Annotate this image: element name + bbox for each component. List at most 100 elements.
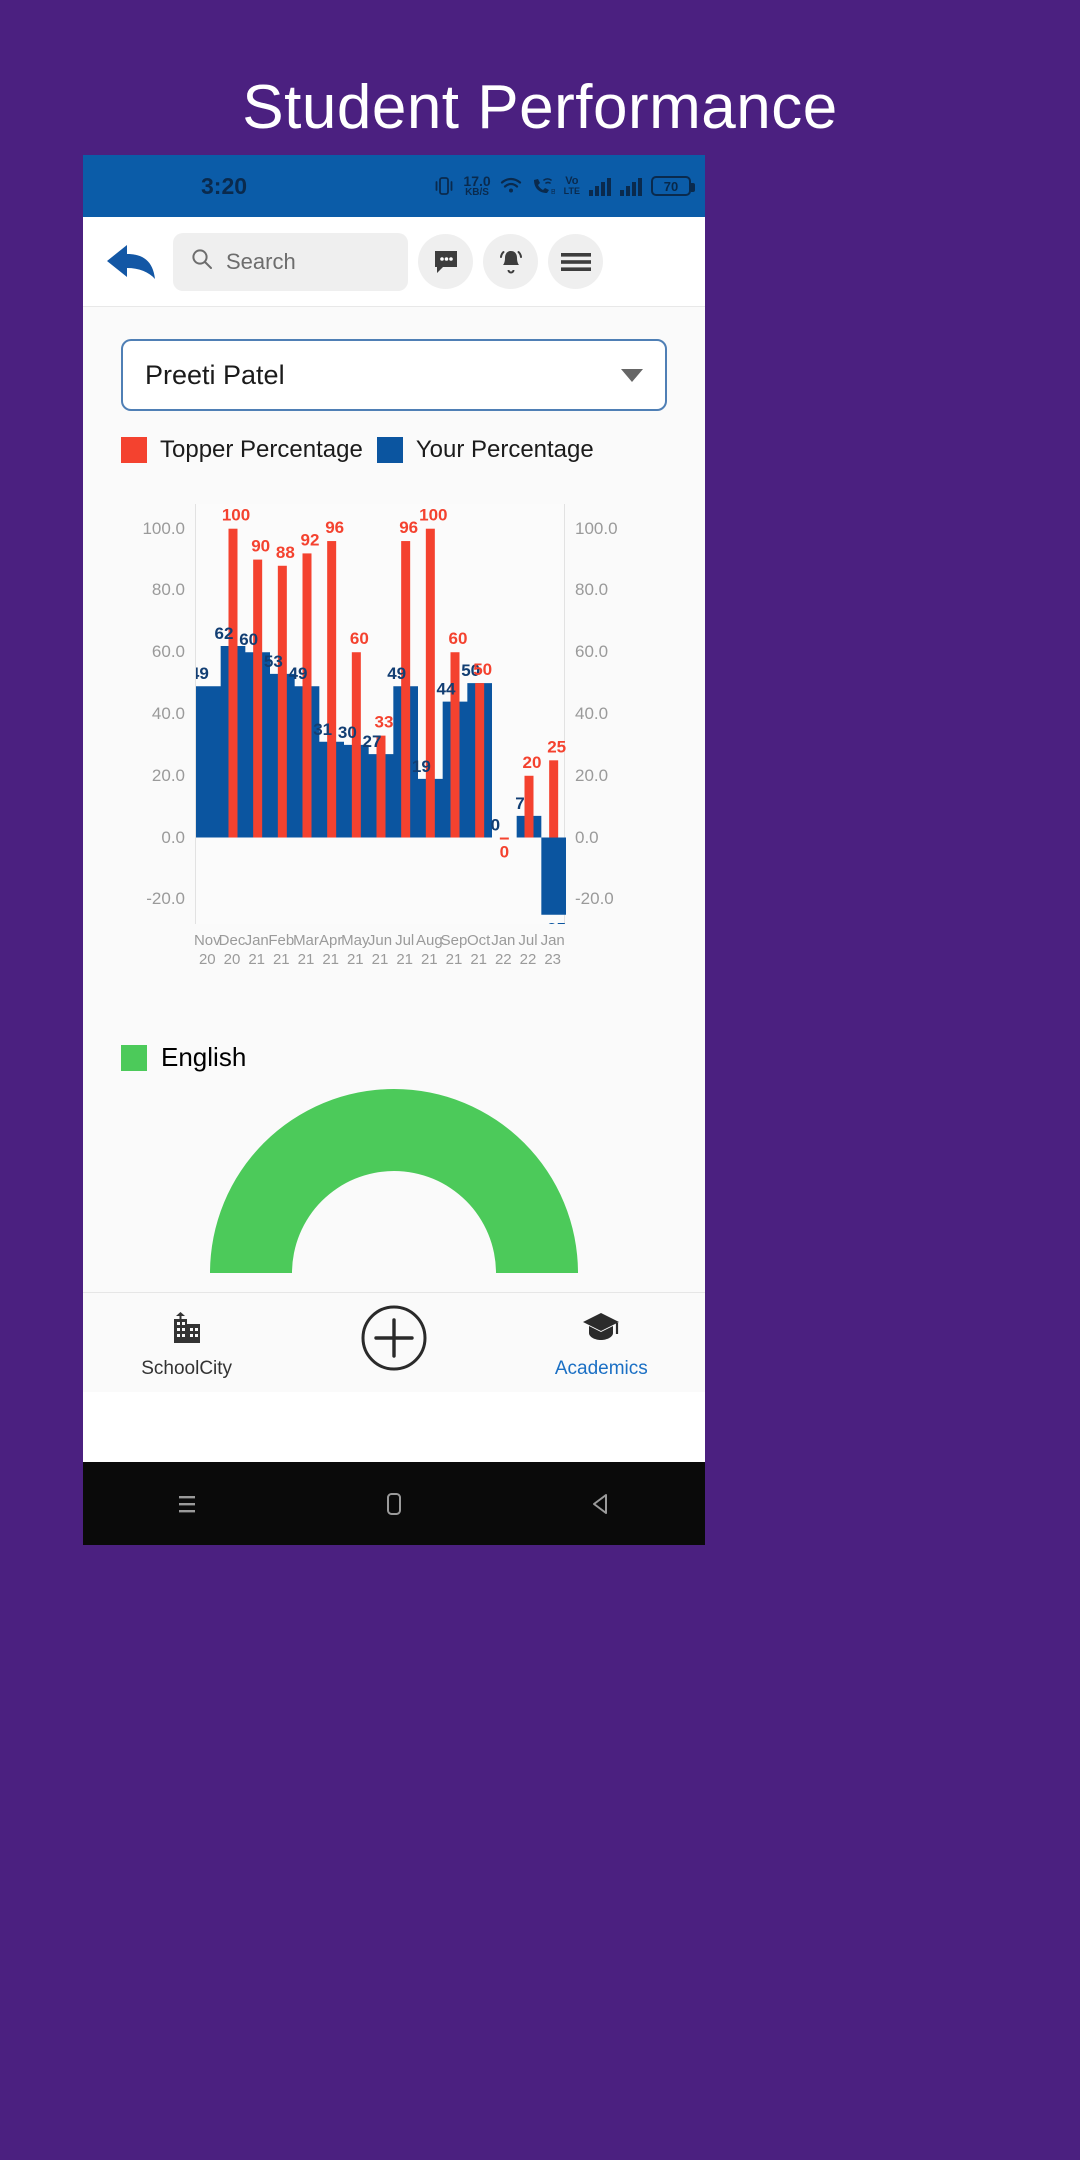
data-label: 49 (196, 664, 209, 683)
topper-bar (499, 837, 509, 840)
vowifi-call-icon: B (531, 176, 555, 196)
chat-bubble-icon[interactable] (418, 234, 473, 289)
topper-bar (524, 775, 534, 838)
y-tick-left: 60.0 (151, 642, 185, 662)
legend-label-topper: Topper Percentage (160, 436, 363, 463)
y-tick-right: 0.0 (575, 827, 599, 847)
app-bar: Search (83, 217, 705, 307)
hamburger-menu-icon[interactable] (548, 234, 603, 289)
gauge-arc (210, 1089, 578, 1273)
data-label: 100 (222, 506, 250, 525)
topper-bar (253, 559, 263, 838)
battery-icon: 70 (651, 176, 695, 196)
student-dropdown[interactable]: Preeti Patel (121, 339, 667, 411)
nav-label-schoolcity: SchoolCity (141, 1358, 233, 1379)
topper-bar (228, 528, 238, 838)
signal-bars-sim1-icon (589, 176, 611, 196)
data-label: 92 (301, 530, 320, 549)
y-tick-left: 40.0 (151, 704, 185, 723)
subject-gauge (83, 1073, 705, 1273)
signal-bars-sim2-icon (620, 176, 642, 196)
nav-label-academics: Academics (554, 1358, 648, 1379)
data-label: 60 (350, 629, 369, 648)
network-speed-value: 17.0 (463, 172, 491, 189)
y-tick-right: 80.0 (575, 580, 609, 600)
main-content: Preeti Patel Topper Percentage Your Perc… (83, 307, 705, 1392)
nav-item-academics[interactable]: Academics (499, 1305, 704, 1380)
legend-swatch-yours (376, 437, 403, 463)
y-tick-left: -20.0 (146, 889, 185, 909)
data-label: 7 (515, 794, 524, 813)
data-label: 53 (264, 652, 283, 671)
data-label: 49 (387, 664, 406, 683)
search-icon (191, 248, 213, 276)
recents-icon[interactable] (170, 1487, 204, 1521)
home-icon[interactable] (377, 1487, 411, 1521)
volte-bottom: LTE (563, 185, 580, 196)
data-label: 90 (251, 537, 270, 556)
y-tick-left: 0.0 (161, 827, 185, 847)
legend-swatch-english (121, 1044, 147, 1071)
legend-item-yours: Your Percentage (376, 436, 594, 464)
search-placeholder: Search (226, 248, 296, 274)
subject-legend: English (121, 1042, 705, 1073)
legend-label-yours: Your Percentage (415, 436, 594, 463)
y-tick-left: 80.0 (151, 580, 185, 600)
data-label: 50 (473, 660, 492, 679)
topper-bar (475, 683, 485, 838)
data-label: 96 (325, 518, 344, 537)
data-label: 60 (449, 629, 468, 648)
topper-bar (401, 541, 411, 838)
data-label: 20 (523, 753, 542, 772)
data-label: 88 (276, 543, 295, 562)
topper-bar (549, 760, 559, 838)
data-label: 33 (375, 713, 394, 732)
status-time: 3:20 (201, 172, 248, 199)
battery-level: 70 (663, 178, 679, 194)
data-label: 0 (491, 816, 500, 835)
notification-bell-icon[interactable] (483, 234, 538, 289)
school-building-icon (165, 1305, 209, 1354)
topper-bar (302, 553, 312, 838)
chart-plot-area: 49 62 100 60 90 53 88 49 92 31 96 30 60 2733 49 96 19 100… (190, 504, 566, 939)
android-back-icon[interactable] (584, 1487, 618, 1521)
topper-bar (277, 565, 287, 838)
data-label: 44 (437, 680, 456, 699)
data-label: 25 (547, 737, 566, 756)
status-icons: 17.0 KB/S B Vo LTE 70 (434, 172, 695, 198)
wifi-icon (500, 177, 522, 195)
topper-bar (425, 528, 435, 838)
topper-bar (327, 541, 337, 838)
plus-circle-icon (357, 1301, 431, 1380)
data-label: 60 (239, 630, 258, 649)
data-label: -25 (541, 920, 566, 924)
bottom-navigation: SchoolCity Academics (83, 1292, 705, 1392)
student-name: Preeti Patel (145, 359, 285, 390)
performance-chart: 100.0 80.0 60.0 40.0 20.0 0.0 -20.0 100.0 80.0 6… (83, 476, 705, 1036)
nav-item-schoolcity[interactable]: SchoolCity (84, 1305, 289, 1380)
data-label: 19 (412, 757, 431, 776)
legend-label-english: English (161, 1042, 247, 1072)
chart-svg: 49 62 100 60 90 53 88 49 92 31 96 30 60 2733 49 96 19 100… (190, 506, 566, 939)
y-tick-right: 100.0 (575, 518, 618, 538)
page-title: Student Performance (242, 73, 838, 142)
y-tick-right: -20.0 (575, 889, 614, 909)
data-label: 31 (313, 720, 332, 739)
topper-bar (351, 652, 361, 838)
y-tick-right: 20.0 (575, 765, 609, 785)
data-label: 96 (399, 518, 418, 537)
x-tick-label: Jan 23 (540, 932, 565, 968)
y-tick-right: 40.0 (575, 704, 609, 723)
chevron-down-icon (621, 368, 643, 382)
data-label: 0 (500, 843, 509, 862)
nav-item-add[interactable] (291, 1301, 496, 1384)
y-tick-left: 20.0 (151, 765, 185, 785)
svg-text:B: B (551, 189, 555, 196)
data-label: 100 (419, 506, 447, 525)
data-label: 27 (363, 732, 382, 751)
back-arrow-icon[interactable] (99, 230, 163, 294)
network-speed-unit: KB/S (465, 186, 489, 198)
volte-icon: Vo LTE (563, 176, 580, 196)
search-input[interactable]: Search (173, 232, 408, 291)
data-label: 62 (215, 624, 234, 643)
